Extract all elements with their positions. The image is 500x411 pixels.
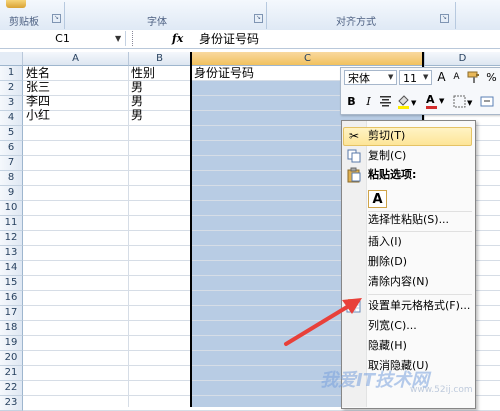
menu-hover-highlight [343,127,472,146]
row-header[interactable]: 3 [0,96,23,111]
copy-icon [346,148,362,164]
row-header[interactable]: 9 [0,186,23,201]
row-header[interactable]: 1 [0,66,23,81]
chevron-down-icon[interactable]: ▼ [423,70,428,85]
ribbon [0,0,500,31]
row-header[interactable]: 19 [0,336,23,351]
name-box-dropdown-icon[interactable]: ▼ [115,31,121,46]
row-header[interactable]: 18 [0,321,23,336]
row-header[interactable]: 22 [0,381,23,396]
cell-a4[interactable]: 小红 [26,108,50,123]
cell-b3[interactable]: 男 [131,94,143,109]
row-header[interactable]: 8 [0,171,23,186]
svg-text:▼: ▼ [411,99,417,107]
merge-icon[interactable] [480,94,495,109]
row-header[interactable]: 6 [0,141,23,156]
row-header[interactable]: 5 [0,126,23,141]
bold-button[interactable]: B [344,94,359,109]
cell-b4[interactable]: 男 [131,108,143,123]
row-header[interactable]: 4 [0,111,23,126]
ribbon-group-alignment: 对齐方式 [336,17,376,28]
menu-item-copy[interactable]: 复制(C) [368,147,406,165]
svg-text:▼: ▼ [467,99,473,107]
ribbon-separator [455,2,456,29]
scissors-icon: ✂ [348,129,360,143]
grow-font-button[interactable]: A [434,70,449,85]
name-box[interactable]: C1 [0,31,126,46]
column-header-a[interactable]: A [23,52,129,66]
select-all-corner[interactable] [0,52,23,66]
row-header[interactable]: 10 [0,201,23,216]
menu-item-column-width[interactable]: 列宽(C)... [368,317,417,335]
row-header[interactable]: 11 [0,216,23,231]
row-header[interactable]: 12 [0,231,23,246]
shrink-font-button[interactable]: A [449,70,464,85]
formula-input[interactable]: 身份证号码 [199,30,259,48]
insert-function-icon[interactable]: fx [172,31,183,46]
font-color-glyph: A [426,93,435,106]
menu-item-cut[interactable]: 剪切(T) [368,127,405,145]
paste-icon[interactable] [6,0,26,8]
column-header-b[interactable]: B [129,52,191,66]
row-header[interactable]: 2 [0,81,23,96]
cell-a1[interactable]: 姓名 [26,66,50,81]
cell-b2[interactable]: 男 [131,80,143,95]
ribbon-group-clipboard: 剪贴板 [9,17,39,28]
chevron-down-icon[interactable]: ▼ [388,70,393,85]
menu-item-format-cells[interactable]: 设置单元格格式(F)... [368,297,470,315]
menu-item-insert[interactable]: 插入(I) [368,233,402,251]
row-header[interactable]: 16 [0,291,23,306]
cell-b1[interactable]: 性别 [131,66,155,81]
font-launcher-icon[interactable]: ↘ [254,14,263,23]
ribbon-group-font: 字体 [147,17,167,28]
clipboard-launcher-icon[interactable]: ↘ [52,14,61,23]
row-header[interactable]: 14 [0,261,23,276]
row-header[interactable]: 17 [0,306,23,321]
row-header[interactable]: 23 [0,396,23,411]
menu-item-hide[interactable]: 隐藏(H) [368,337,407,355]
chevron-down-icon: ▼ [439,97,445,105]
borders-icon[interactable]: ▼ [453,94,475,109]
row-header[interactable]: 21 [0,366,23,381]
gridline [128,66,129,407]
menu-item-clear-contents[interactable]: 清除内容(N) [368,273,429,291]
font-color-icon[interactable]: A ▼ [425,93,447,109]
menu-item-delete[interactable]: 删除(D) [368,253,407,271]
menu-item-paste-options: 粘贴选项: [368,168,417,181]
menu-separator [368,294,472,295]
row-header[interactable]: 7 [0,156,23,171]
cell-a3[interactable]: 李四 [26,94,50,109]
ribbon-separator [64,2,65,29]
menu-item-paste-special[interactable]: 选择性粘贴(S)... [368,211,449,229]
row-header[interactable]: 13 [0,246,23,261]
cell-a2[interactable]: 张三 [26,80,50,95]
clipboard-icon [346,167,362,183]
formula-bar-grip[interactable] [132,31,135,46]
fill-color-icon[interactable]: ▼ [396,94,418,109]
column-header-d[interactable]: D [425,52,500,66]
row-header[interactable]: 15 [0,276,23,291]
annotation-arrow [284,298,362,346]
row-header[interactable]: 20 [0,351,23,366]
percent-icon[interactable]: % [484,70,499,85]
watermark-url: www.52ij.com [410,385,473,395]
ribbon-separator [266,2,267,29]
align-center-icon[interactable] [378,94,393,109]
paste-option-keep-formatting[interactable]: A [368,190,387,208]
font-color-swatch [426,106,437,109]
italic-button[interactable]: I [361,94,376,109]
alignment-launcher-icon[interactable]: ↘ [440,14,449,23]
menu-separator [368,231,472,232]
format-painter-icon[interactable] [466,70,481,85]
cell-c1[interactable]: 身份证号码 [194,66,254,81]
